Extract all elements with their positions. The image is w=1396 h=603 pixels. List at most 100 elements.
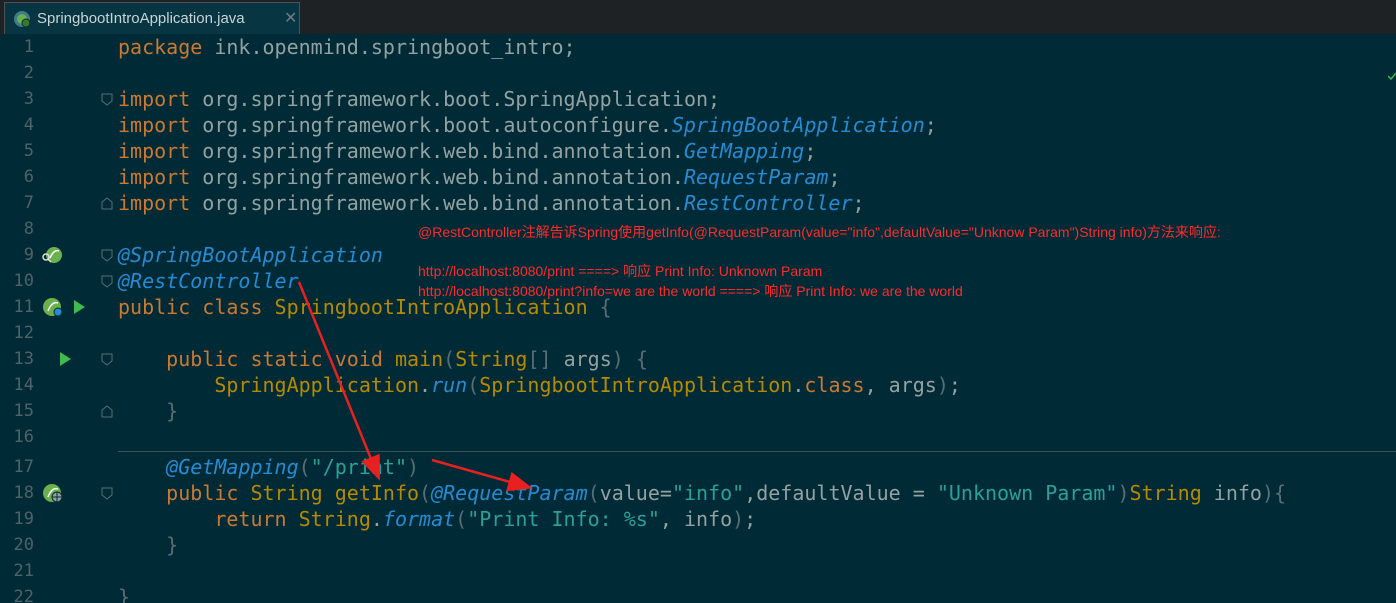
fold-icon[interactable]: [101, 93, 113, 106]
line-number: 21: [13, 561, 34, 581]
annotation-note-2: http://localhost:8080/print ====> 响应 Pri…: [418, 263, 823, 279]
keyword: import: [118, 191, 191, 215]
annotation-note-1: @RestController注解告诉Spring使用getInfo(@Requ…: [418, 224, 1221, 240]
code-line-5: 5 import org.springframework.web.bind.an…: [0, 138, 1396, 164]
fold-icon[interactable]: [101, 353, 113, 366]
semicolon: ;: [828, 165, 841, 189]
semicolon: ;: [708, 87, 721, 111]
line-number: 2: [23, 63, 34, 83]
close-icon[interactable]: ✕: [284, 8, 297, 28]
string-literal: "/print": [310, 455, 407, 479]
brace: {: [635, 347, 648, 371]
method-separator: [118, 451, 1396, 452]
keyword: public: [118, 295, 191, 319]
spring-bean-search-icon[interactable]: [41, 246, 63, 264]
package-path: org.springframework.web.bind.annotation.: [190, 139, 684, 163]
keyword: import: [118, 139, 191, 163]
line-number: 15: [13, 401, 34, 421]
web-request-mapping-icon[interactable]: [42, 483, 64, 503]
parameter: info: [1201, 481, 1262, 505]
code-line-13: 13 public static void main(String[] args…: [0, 346, 1396, 372]
keyword: return: [214, 507, 287, 531]
annotation: @RestController: [118, 269, 299, 293]
code-line-1: 1 package ink.openmind.springboot_intro;: [0, 34, 1396, 60]
fold-icon[interactable]: [101, 249, 113, 262]
arguments: , info: [659, 507, 733, 531]
line-number: 9: [23, 245, 34, 265]
line-number: 6: [23, 167, 34, 187]
line-number: 18: [13, 483, 34, 503]
line-number: 3: [23, 89, 34, 109]
method-name: getInfo: [322, 481, 420, 505]
line-number: 5: [23, 141, 34, 161]
class-name: RestController: [683, 191, 853, 215]
paren: (: [455, 507, 468, 531]
fold-end-icon[interactable]: [101, 197, 113, 210]
annotation: @RequestParam: [431, 481, 588, 505]
paren: (: [419, 481, 432, 505]
fold-icon[interactable]: [101, 275, 113, 288]
paren: ): [1261, 481, 1275, 505]
line-number: 22: [13, 587, 34, 603]
class-name: SpringBootApplication: [671, 113, 925, 137]
code-line-21: 21: [0, 558, 1396, 584]
fold-icon[interactable]: [101, 487, 113, 500]
semicolon: ;: [804, 139, 817, 163]
keyword: import: [118, 87, 191, 111]
line-number: 14: [13, 375, 34, 395]
type-name: String: [455, 347, 528, 371]
class-name: RequestParam: [683, 165, 829, 189]
parameter: args: [551, 347, 612, 371]
keyword: void: [334, 347, 383, 371]
keyword: package: [118, 35, 203, 59]
code-line-3: 3 import org.springframework.boot.Spring…: [0, 86, 1396, 112]
code-line-18: 18 public String getInfo(@RequestParam(v…: [0, 480, 1396, 506]
brace: {: [1274, 481, 1287, 505]
spring-boot-class-icon: [14, 11, 31, 28]
line-number: 17: [13, 457, 34, 477]
spring-boot-app-icon[interactable]: [42, 297, 64, 317]
semicolon: ;: [948, 373, 961, 397]
dot: .: [370, 507, 383, 531]
run-icon[interactable]: [72, 299, 86, 315]
run-icon[interactable]: [58, 351, 72, 367]
method-call: run: [431, 373, 468, 397]
keyword: static: [238, 347, 335, 371]
package-path: org.springframework.web.bind.annotation.: [190, 165, 684, 189]
code-editor[interactable]: 1 package ink.openmind.springboot_intro;…: [0, 34, 1396, 603]
keyword: import: [118, 113, 191, 137]
arguments: , args: [864, 373, 937, 397]
string-literal: "Print Info: %s": [467, 507, 660, 531]
code-line-14: 14 SpringApplication.run(SpringbootIntro…: [0, 372, 1396, 398]
brace: }: [118, 585, 131, 603]
paren: (: [467, 373, 480, 397]
line-number: 7: [23, 193, 34, 213]
code-line-17: 17 @GetMapping("/print"): [0, 454, 1396, 480]
semicolon: ;: [924, 113, 937, 137]
string-literal: "Unknown Param": [936, 481, 1118, 505]
dot: .: [792, 373, 805, 397]
inspection-ok-icon[interactable]: [1388, 72, 1396, 80]
code-line-2: 2: [0, 60, 1396, 86]
package-path: org.springframework.boot.: [190, 87, 504, 111]
paren: ): [611, 347, 636, 371]
code-line-6: 6 import org.springframework.web.bind.an…: [0, 164, 1396, 190]
fold-end-icon[interactable]: [101, 405, 113, 418]
annotation-note-3: http://localhost:8080/print?info=we are …: [418, 283, 963, 299]
package-path: org.springframework.web.bind.annotation.: [190, 191, 684, 215]
keyword: public: [166, 347, 239, 371]
attribute: value=: [599, 481, 672, 505]
line-number: 4: [23, 115, 34, 135]
file-tab[interactable]: SpringbootIntroApplication.java ✕: [4, 2, 300, 34]
keyword: class: [804, 373, 865, 397]
code-line-22: 22 }: [0, 584, 1396, 603]
keyword: class: [190, 295, 275, 319]
dot: .: [419, 373, 432, 397]
code-line-15: 15 }: [0, 398, 1396, 424]
